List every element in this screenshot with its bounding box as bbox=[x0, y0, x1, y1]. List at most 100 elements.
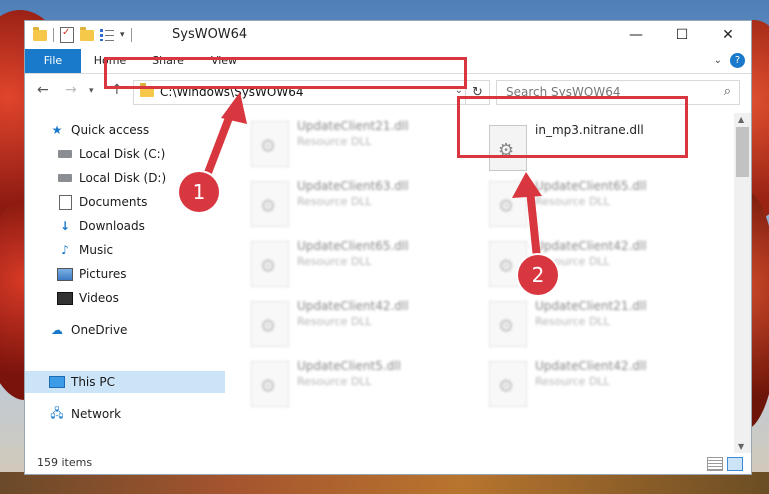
scroll-up-icon[interactable]: ▲ bbox=[738, 115, 744, 124]
videos-icon bbox=[57, 291, 73, 305]
file-type: Resource DLL bbox=[297, 315, 372, 328]
file-item[interactable]: UpdateClient63.dll Resource DLL bbox=[245, 175, 465, 227]
vertical-scrollbar[interactable]: ▲ ▼ bbox=[734, 113, 751, 453]
cloud-icon: ☁ bbox=[51, 323, 63, 337]
sidebar-item-label: Videos bbox=[79, 291, 119, 305]
sidebar-item-this-pc[interactable]: This PC bbox=[25, 371, 241, 393]
step-1-badge: 1 bbox=[179, 172, 219, 212]
view-options-icon[interactable] bbox=[100, 29, 114, 41]
file-type: Resource DLL bbox=[297, 255, 372, 268]
separator bbox=[53, 28, 54, 42]
title-bar: ▾ SysWOW64 — ☐ ✕ bbox=[25, 21, 751, 49]
search-icon[interactable]: ⌕ bbox=[724, 84, 731, 99]
sidebar-item-downloads[interactable]: ↓ Downloads 📌 bbox=[25, 215, 249, 237]
separator bbox=[130, 28, 132, 42]
details-view-icon[interactable] bbox=[707, 457, 723, 471]
file-item[interactable]: UpdateClient65.dll Resource DLL bbox=[245, 235, 465, 287]
sidebar-item-label: Local Disk (D:) bbox=[79, 171, 167, 185]
dll-file-icon bbox=[251, 361, 289, 407]
maximize-button[interactable]: ☐ bbox=[659, 21, 705, 49]
sidebar-item-label: Downloads bbox=[79, 219, 145, 233]
minimize-button[interactable]: — bbox=[613, 21, 659, 49]
file-name: UpdateClient5.dll bbox=[297, 359, 401, 373]
file-name: UpdateClient42.dll bbox=[535, 239, 647, 253]
recent-locations-icon[interactable]: ▾ bbox=[89, 86, 94, 96]
sidebar-item-label: Documents bbox=[79, 195, 148, 209]
dll-file-icon bbox=[251, 241, 289, 287]
sidebar-item-onedrive[interactable]: ☁ OneDrive bbox=[25, 319, 241, 341]
file-type: Resource DLL bbox=[297, 195, 372, 208]
back-arrow-icon[interactable]: ← bbox=[37, 82, 49, 98]
file-type: Resource DLL bbox=[535, 375, 610, 388]
scroll-down-icon[interactable]: ▼ bbox=[738, 442, 744, 451]
quick-access-toolbar: ▾ bbox=[33, 26, 132, 43]
file-type: Resource DLL bbox=[535, 315, 610, 328]
file-item[interactable]: UpdateClient42.dll Resource DLL bbox=[483, 235, 703, 287]
ground bbox=[0, 472, 769, 494]
folder-icon bbox=[33, 26, 47, 41]
new-folder-icon[interactable] bbox=[80, 26, 94, 41]
maximize-icon: ☐ bbox=[675, 27, 689, 43]
sidebar-item-label: This PC bbox=[71, 375, 115, 389]
expand-ribbon-icon[interactable]: ⌄ bbox=[714, 55, 722, 66]
music-icon: ♪ bbox=[61, 243, 69, 257]
file-type: Resource DLL bbox=[535, 195, 610, 208]
close-icon: ✕ bbox=[722, 27, 734, 43]
file-item[interactable]: UpdateClient21.dll Resource DLL bbox=[245, 115, 465, 167]
network-icon: 🖧 bbox=[50, 405, 64, 420]
drive-icon bbox=[57, 147, 73, 161]
sidebar-item-label: Pictures bbox=[79, 267, 127, 281]
sidebar-item-label: OneDrive bbox=[71, 323, 128, 337]
sidebar-item-network[interactable]: 🖧 Network bbox=[25, 403, 241, 425]
close-button[interactable]: ✕ bbox=[705, 21, 751, 49]
window-title: SysWOW64 bbox=[172, 27, 248, 42]
help-icon[interactable]: ? bbox=[730, 53, 745, 68]
computer-icon bbox=[49, 375, 65, 389]
address-highlight-box bbox=[104, 57, 467, 89]
file-type: Resource DLL bbox=[297, 375, 372, 388]
sidebar-item-pictures[interactable]: Pictures 📌 bbox=[25, 263, 249, 285]
pictures-icon bbox=[57, 267, 73, 281]
dll-file-icon bbox=[489, 361, 527, 407]
file-name: UpdateClient42.dll bbox=[297, 299, 409, 313]
large-icons-view-icon[interactable] bbox=[727, 457, 743, 471]
file-highlight-box bbox=[457, 96, 688, 158]
dll-file-icon bbox=[251, 121, 289, 167]
tab-file[interactable]: File bbox=[25, 49, 81, 73]
forward-arrow-icon[interactable]: → bbox=[65, 82, 77, 98]
sidebar-item-videos[interactable]: Videos 📌 bbox=[25, 287, 249, 309]
dll-file-icon bbox=[251, 301, 289, 347]
file-name: UpdateClient42.dll bbox=[535, 359, 647, 373]
customize-toolbar-icon[interactable]: ▾ bbox=[120, 30, 125, 40]
minimize-icon: — bbox=[629, 27, 643, 43]
file-name: UpdateClient21.dll bbox=[535, 299, 647, 313]
file-type: Resource DLL bbox=[297, 135, 372, 148]
ribbon-right-controls: ⌄ ? bbox=[714, 53, 745, 68]
dll-file-icon bbox=[489, 301, 527, 347]
star-icon: ★ bbox=[51, 123, 63, 137]
file-item[interactable]: UpdateClient5.dll Resource DLL bbox=[245, 355, 465, 407]
sidebar-item-label: Local Disk (C:) bbox=[79, 147, 166, 161]
sidebar-item-local-disk-c[interactable]: Local Disk (C:) bbox=[25, 143, 249, 165]
window-controls: — ☐ ✕ bbox=[613, 21, 751, 49]
step-2-badge: 2 bbox=[518, 255, 558, 295]
scrollbar-thumb[interactable] bbox=[736, 127, 749, 177]
file-name: UpdateClient65.dll bbox=[297, 239, 409, 253]
file-name: UpdateClient21.dll bbox=[297, 119, 409, 133]
file-item[interactable]: UpdateClient42.dll Resource DLL bbox=[483, 355, 703, 407]
sidebar-item-music[interactable]: ♪ Music 📌 bbox=[25, 239, 249, 261]
file-item[interactable]: UpdateClient21.dll Resource DLL bbox=[483, 295, 703, 347]
status-bar: 159 items bbox=[25, 453, 751, 474]
sidebar-item-label: Network bbox=[71, 407, 122, 421]
document-icon bbox=[57, 194, 73, 210]
properties-icon[interactable] bbox=[60, 27, 74, 43]
drive-icon bbox=[57, 171, 73, 185]
file-name: UpdateClient65.dll bbox=[535, 179, 647, 193]
file-name: UpdateClient63.dll bbox=[297, 179, 409, 193]
sidebar-item-label: Music bbox=[79, 243, 114, 257]
sidebar-item-quick-access[interactable]: ★ Quick access bbox=[25, 119, 241, 141]
item-count: 159 items bbox=[37, 456, 93, 469]
dll-file-icon bbox=[489, 181, 527, 227]
file-item[interactable]: UpdateClient42.dll Resource DLL bbox=[245, 295, 465, 347]
file-item[interactable]: UpdateClient65.dll Resource DLL bbox=[483, 175, 703, 227]
